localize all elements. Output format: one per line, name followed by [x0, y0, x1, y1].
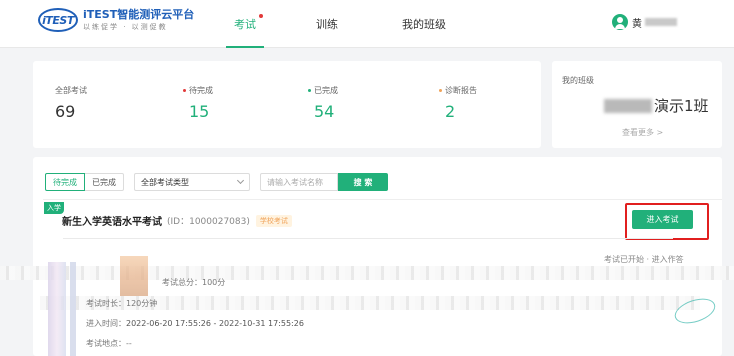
stat-value: 15 — [189, 102, 210, 121]
stat-label: 全部考试 — [55, 86, 87, 95]
status-dot-icon — [308, 89, 311, 92]
my-class-card: 我的班级 演示1班 查看更多 > — [552, 61, 722, 148]
stat-label: 待完成 — [189, 86, 213, 95]
glitch-artifact — [48, 262, 66, 356]
class-name-text: 演示1班 — [654, 97, 709, 115]
enter-exam-button[interactable]: 进入考试 — [632, 210, 693, 229]
user-avatar-icon — [612, 14, 628, 30]
stat-diagnostic-report[interactable]: 诊断报告 2 — [439, 85, 477, 121]
filter-completed-button[interactable]: 已完成 — [85, 173, 124, 191]
chevron-down-icon — [236, 176, 245, 185]
stat-completed[interactable]: 已完成 54 — [308, 85, 338, 121]
exam-title: 新生入学英语水平考试 — [62, 217, 162, 228]
view-more-link[interactable]: 查看更多 > — [622, 127, 663, 138]
exam-filter-bar: 待完成 已完成 全部考试类型 搜 索 — [45, 173, 388, 191]
status-dot-icon — [183, 89, 186, 92]
stat-all-exams[interactable]: 全部考试 69 — [55, 85, 87, 121]
stat-value: 69 — [55, 102, 76, 121]
divider — [63, 238, 673, 239]
glitch-artifact — [70, 262, 76, 356]
exam-entry-time: 进入时间：2022-06-20 17:55:26 - 2022-10-31 17… — [86, 318, 304, 329]
exam-type-select[interactable]: 全部考试类型 — [134, 173, 250, 191]
logo-title: iTEST智能测评云平台 — [83, 8, 195, 21]
nav-tab-label: 训练 — [316, 18, 338, 31]
nav-tab-exam[interactable]: 考试 — [226, 0, 264, 48]
redacted-class-prefix — [604, 98, 652, 113]
exam-duration: 考试时长：120分钟 — [86, 299, 158, 308]
logo-subtitle: 以练促学 · 以测促教 — [83, 23, 168, 31]
stat-value: 54 — [314, 102, 335, 121]
stat-label: 诊断报告 — [445, 86, 477, 95]
filter-pending-button[interactable]: 待完成 — [45, 173, 85, 191]
top-header: iTEST iTEST智能测评云平台 以练促学 · 以测促教 考试 训练 我的班… — [0, 0, 734, 48]
user-name: 黄 — [632, 18, 642, 30]
exam-title-row: 新生入学英语水平考试 (ID：1000027083) 学校考试 — [62, 213, 292, 228]
logo[interactable]: iTEST iTEST智能测评云平台 以练促学 · 以测促教 — [38, 8, 194, 32]
user-menu[interactable]: 黄 — [612, 14, 677, 30]
notification-dot — [259, 14, 263, 18]
class-card-label: 我的班级 — [562, 76, 594, 85]
active-tab-underline — [226, 46, 264, 48]
exam-type-selected: 全部考试类型 — [141, 177, 189, 187]
exam-search-input[interactable] — [260, 173, 338, 191]
exam-corner-tag: 入学 — [44, 202, 64, 214]
exam-stats-card: 全部考试 69 待完成 15 已完成 54 诊断报告 2 — [33, 61, 541, 148]
stat-label: 已完成 — [314, 86, 338, 95]
nav-tab-label: 考试 — [234, 18, 256, 31]
nav-tab-my-class[interactable]: 我的班级 — [402, 0, 446, 48]
class-name: 演示1班 — [604, 95, 709, 116]
entry-time-value: 2022-06-20 17:55:26 - 2022-10-31 17:55:2… — [126, 319, 304, 328]
logo-mark: iTEST — [38, 8, 78, 32]
nav-tab-label: 我的班级 — [402, 18, 446, 31]
status-dot-icon — [439, 89, 442, 92]
glitch-band — [0, 266, 734, 280]
glitch-artifact — [120, 256, 148, 296]
nav-tab-training[interactable]: 训练 — [316, 0, 338, 48]
search-button[interactable]: 搜 索 — [338, 173, 388, 191]
exam-location: 考试地点：-- — [86, 339, 132, 348]
stat-value: 2 — [445, 102, 456, 121]
exam-status-text: 考试已开始 · 进入作答 — [604, 255, 684, 264]
exam-id: (ID：1000027083) — [167, 217, 250, 227]
exam-type-badge: 学校考试 — [255, 214, 292, 227]
stat-pending[interactable]: 待完成 15 — [183, 85, 213, 121]
redacted-name — [645, 18, 677, 26]
entry-time-label: 进入时间： — [86, 319, 126, 328]
exam-total-score: 考试总分：100分 — [162, 278, 226, 287]
